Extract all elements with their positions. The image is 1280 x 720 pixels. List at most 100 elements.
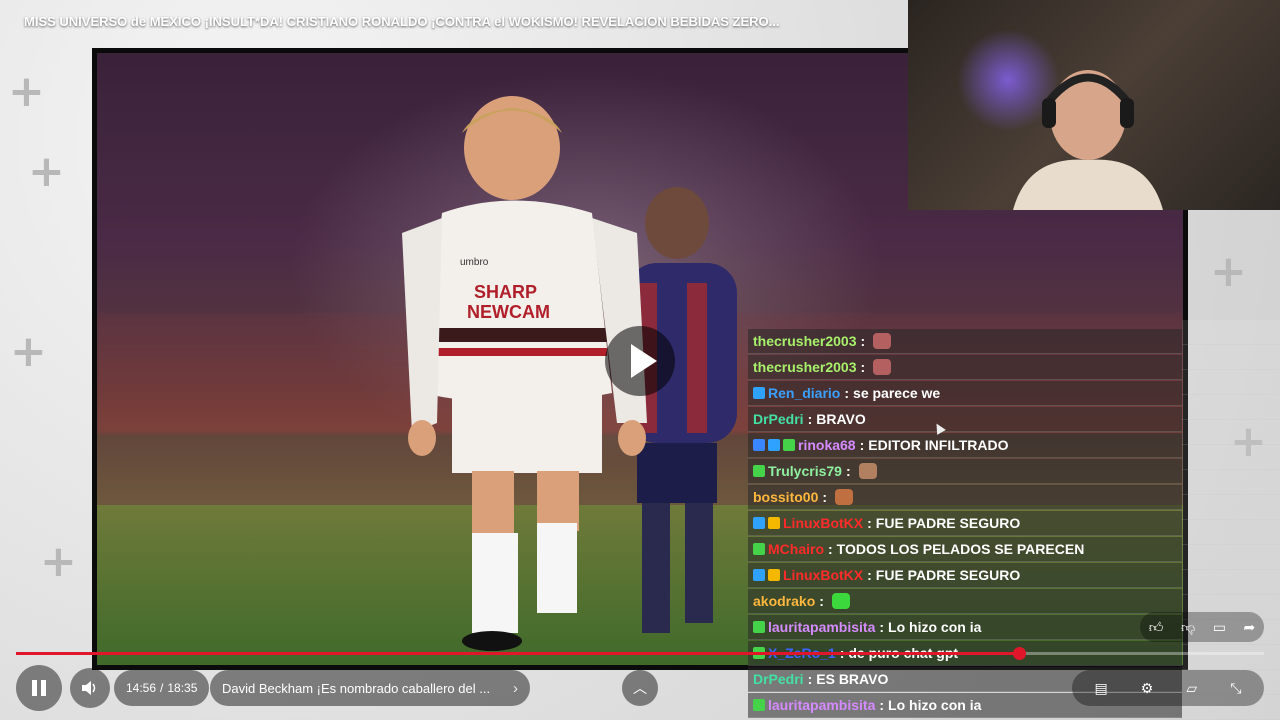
chat-username[interactable]: rinoka68 <box>798 437 856 453</box>
volume-icon <box>82 681 96 695</box>
chat-username[interactable]: LinuxBotKX <box>783 567 863 583</box>
chat-badge-icon <box>753 569 765 581</box>
chat-username[interactable]: lauritapambisita <box>768 697 875 713</box>
chat-separator: : <box>819 593 824 609</box>
chat-message: Trulycris79: <box>748 459 1182 484</box>
gear-icon[interactable]: ⚙ <box>1141 680 1154 697</box>
fullscreen-icon[interactable]: ⤡ <box>1230 680 1241 697</box>
chat-message: lauritapambisita: Lo hizo con ia <box>748 615 1182 640</box>
chat-username[interactable]: DrPedri <box>753 671 804 687</box>
chat-badge-icon <box>753 543 765 555</box>
chat-separator: : <box>828 541 833 557</box>
chat-badge-icon <box>768 439 780 451</box>
chat-separator: : <box>844 385 850 401</box>
chat-emote-icon <box>858 463 877 479</box>
plus-decoration: + <box>10 326 47 377</box>
comment-icon[interactable]: ▭ <box>1213 619 1226 636</box>
video-title: MISS UNIVERSO de MEXICO ¡INSULT*DA! CRIS… <box>24 14 780 29</box>
chat-emote-icon <box>835 489 854 505</box>
time-total: 18:35 <box>167 681 198 695</box>
chat-text: FUE PADRE SEGURO <box>875 515 1021 531</box>
webcam-overlay <box>908 0 1280 210</box>
streamer-image <box>1013 70 1163 210</box>
volume-button[interactable] <box>70 668 110 708</box>
chat-text: EDITOR INFILTRADO <box>868 437 1009 453</box>
chat-separator: : <box>867 567 872 583</box>
chat-username[interactable]: bossito00 <box>753 489 818 505</box>
plus-decoration: + <box>1210 246 1247 297</box>
chat-badge-icon <box>768 517 780 529</box>
chat-username[interactable]: lauritapambisita <box>768 619 875 635</box>
chat-username[interactable]: akodrako <box>753 593 815 609</box>
video-actions: 👍︎ 👎︎ ▭ ➦ <box>1140 612 1264 642</box>
thumbs-down-icon[interactable]: 👎︎ <box>1181 619 1195 636</box>
chat-text: ES BRAVO <box>816 671 889 687</box>
chevron-up-icon: ︿ <box>633 680 647 696</box>
chat-message: LinuxBotKX: FUE PADRE SEGURO <box>748 563 1182 588</box>
chat-emote-icon <box>873 359 892 375</box>
chat-badge-icon <box>783 439 795 451</box>
chat-username[interactable]: MChairo <box>768 541 824 557</box>
chat-message: bossito00: <box>748 485 1182 510</box>
plus-decoration: + <box>40 536 77 587</box>
share-icon[interactable]: ➦ <box>1243 619 1255 636</box>
cast-icon[interactable]: ▱ <box>1186 680 1197 697</box>
expand-button[interactable]: ︿ <box>622 670 658 706</box>
chapter-title: David Beckham ¡Es nombrado caballero del… <box>222 680 491 696</box>
chat-message: akodrako: <box>748 589 1182 614</box>
time-separator: / <box>160 681 164 695</box>
pause-button[interactable] <box>16 665 62 711</box>
chat-separator: : <box>859 437 865 453</box>
chat-text: Lo hizo con ia <box>888 697 982 713</box>
chat-text: Lo hizo con ia <box>888 619 982 635</box>
live-chat: thecrusher2003: thecrusher2003: Ren_diario… <box>748 320 1280 720</box>
chat-text: se parece we <box>853 385 941 401</box>
chat-username[interactable]: Trulycris79 <box>768 463 842 479</box>
chat-username[interactable]: thecrusher2003 <box>753 359 857 375</box>
chat-separator: : <box>879 619 885 635</box>
progress-bar[interactable] <box>16 647 1264 660</box>
kit-brand: umbro <box>460 257 489 268</box>
chat-separator: : <box>822 489 828 505</box>
time-current: 14:56 <box>126 681 157 695</box>
chat-badge-icon <box>753 465 765 477</box>
chat-text: FUE PADRE SEGURO <box>875 567 1021 583</box>
chat-message: DrPedri: BRAVO <box>748 407 1182 432</box>
chat-username[interactable]: thecrusher2003 <box>753 333 857 349</box>
player-right-controls: ▤ ⚙ ▱ ⤡ <box>1072 670 1264 706</box>
chat-separator: : <box>860 359 866 375</box>
chat-badge-icon <box>753 439 765 451</box>
chat-separator: : <box>807 671 813 687</box>
chat-separator: : <box>807 411 813 427</box>
play-icon <box>631 344 657 378</box>
chat-badge-icon <box>753 699 765 711</box>
chat-badge-icon <box>768 569 780 581</box>
chat-text: BRAVO <box>816 411 866 427</box>
pause-icon <box>32 680 46 696</box>
thumbs-up-icon[interactable]: 👍︎ <box>1149 619 1164 636</box>
kit-sponsor-line2: NEWCAM <box>467 302 550 322</box>
plus-decoration: + <box>28 146 65 197</box>
chapter-button[interactable]: David Beckham ¡Es nombrado caballero del… <box>210 670 530 706</box>
play-button[interactable] <box>605 326 675 396</box>
chat-text: TODOS LOS PELADOS SE PARECEN <box>836 541 1085 557</box>
chat-emote-icon <box>873 333 892 349</box>
chat-badge-icon <box>753 517 765 529</box>
chat-separator: : <box>860 333 866 349</box>
chat-username[interactable]: Ren_diario <box>768 385 840 401</box>
chevron-right-icon: › <box>513 679 518 697</box>
plus-decoration: + <box>8 66 45 117</box>
chat-separator: : <box>879 697 885 713</box>
subtitles-icon[interactable]: ▤ <box>1095 680 1108 697</box>
kit-sponsor-line1: SHARP <box>474 282 537 302</box>
chat-message: MChairo: TODOS LOS PELADOS SE PARECEN <box>748 537 1182 562</box>
chat-username[interactable]: DrPedri <box>753 411 804 427</box>
chat-badge-icon <box>753 387 765 399</box>
progress-scrubber[interactable] <box>1013 647 1027 660</box>
chat-message: LinuxBotKX: FUE PADRE SEGURO <box>748 511 1182 536</box>
chat-separator: : <box>845 463 851 479</box>
chat-separator: : <box>867 515 872 531</box>
chat-username[interactable]: LinuxBotKX <box>783 515 863 531</box>
chat-message: rinoka68: EDITOR INFILTRADO <box>748 433 1182 458</box>
time-display: 14:56 / 18:35 <box>114 670 210 706</box>
